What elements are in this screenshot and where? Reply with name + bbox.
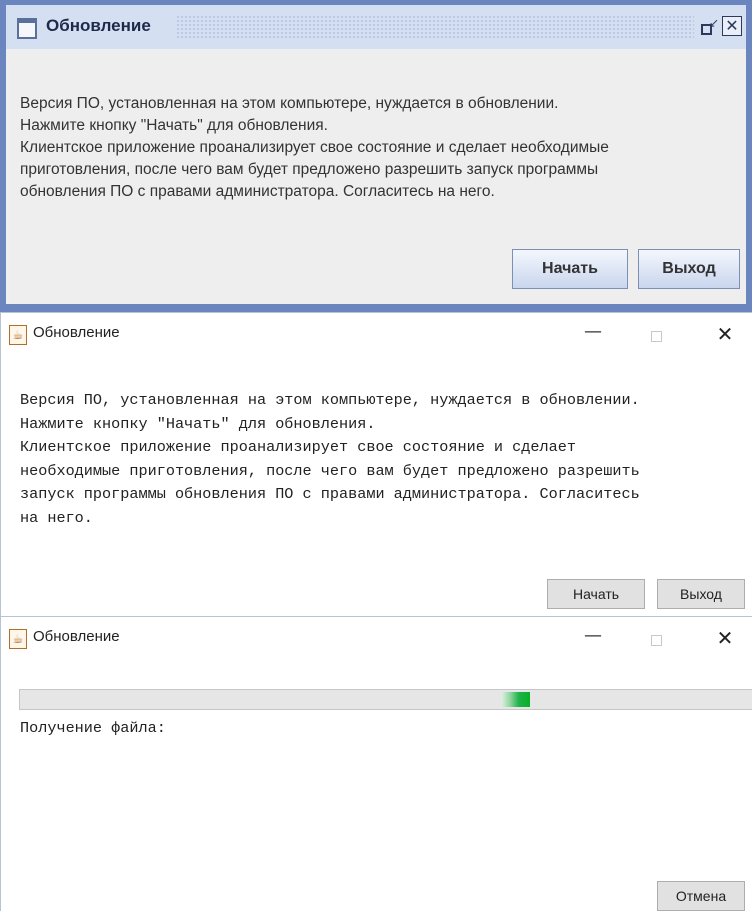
message-line: запуск программы обновления ПО с правами… — [20, 485, 640, 504]
title-bar-grip — [176, 15, 694, 39]
cancel-button[interactable]: Отмена — [657, 881, 745, 911]
message-line: необходимые приготовления, после чего ва… — [20, 461, 640, 480]
close-icon[interactable]: ✕ — [722, 16, 742, 36]
java-icon: ☕ — [9, 629, 27, 649]
message-line: Нажмите кнопку "Начать" для обновления. — [20, 117, 328, 134]
minimize-icon[interactable]: — — [581, 625, 605, 646]
message-line: Версия ПО, установленная на этом компьют… — [20, 95, 559, 112]
message-line: Клиентское приложение проанализирует сво… — [20, 438, 576, 457]
java-icon: ☕ — [9, 325, 27, 345]
start-button[interactable]: Начать — [512, 249, 628, 289]
exit-button[interactable]: Выход — [657, 579, 745, 609]
message-line: приготовления, после чего вам будет пред… — [20, 161, 599, 178]
message-line: Клиентское приложение проанализирует сво… — [20, 139, 609, 156]
maximize-icon — [651, 331, 662, 342]
title-bar[interactable]: Обновление ↙ ✕ — [6, 5, 746, 49]
message-line: Нажмите кнопку "Начать" для обновления. — [20, 414, 376, 433]
progress-indicator — [502, 692, 530, 707]
window-title: Обновление — [46, 16, 151, 35]
update-dialog-windows: ☕ Обновление — ✕ Версия ПО, установленна… — [0, 312, 752, 616]
message-text: Версия ПО, установленная на этом компьют… — [20, 389, 640, 531]
dialog-content: Обновление ↙ ✕ Версия ПО, установленная … — [6, 5, 746, 304]
update-dialog-metal: Обновление ↙ ✕ Версия ПО, установленная … — [0, 0, 752, 312]
window-title: Обновление — [33, 324, 120, 341]
status-label: Получение файла: — [20, 719, 166, 737]
message-line: Версия ПО, установленная на этом компьют… — [20, 391, 640, 409]
update-progress-dialog: ☕ Обновление — ✕ Получение файла: Отмена — [0, 616, 752, 911]
start-button[interactable]: Начать — [547, 579, 645, 609]
minimize-icon[interactable]: — — [581, 321, 605, 342]
maximize-icon — [651, 635, 662, 646]
message-line: на него. — [20, 508, 93, 527]
title-bar[interactable]: ☕ Обновление — ✕ — [1, 617, 752, 659]
progress-bar — [19, 689, 752, 710]
restore-icon[interactable]: ↙ — [700, 16, 719, 35]
window-icon — [17, 18, 37, 39]
window-title: Обновление — [33, 628, 120, 645]
close-icon[interactable]: ✕ — [713, 626, 737, 650]
title-bar[interactable]: ☕ Обновление — ✕ — [1, 313, 752, 355]
message-text: Версия ПО, установленная на этом компьют… — [20, 93, 736, 203]
message-line: обновления ПО с правами администратора. … — [20, 183, 495, 200]
exit-button[interactable]: Выход — [638, 249, 740, 289]
close-icon[interactable]: ✕ — [713, 322, 737, 346]
